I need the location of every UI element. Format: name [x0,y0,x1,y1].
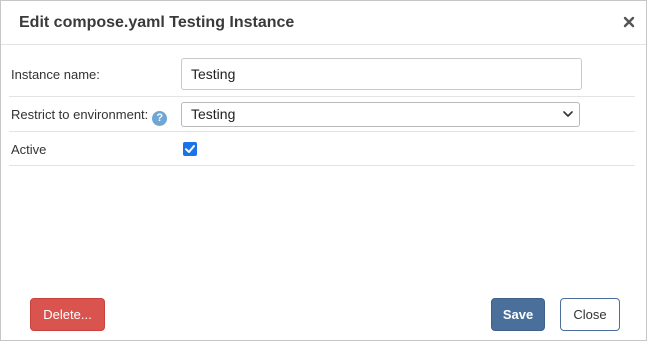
active-row: Active [9,132,635,166]
instance-name-input[interactable]: Testing [181,58,582,90]
save-button[interactable]: Save [491,298,545,331]
edit-instance-dialog: Edit compose.yaml Testing Instance Insta… [0,0,647,341]
instance-name-row: Instance name: Testing [9,55,635,97]
environment-label-wrap: Restrict to environment:? [11,107,168,126]
checkmark-icon [185,145,195,153]
active-checkbox[interactable] [183,142,197,156]
environment-select[interactable]: Testing [181,102,580,127]
dialog-title: Edit compose.yaml Testing Instance [19,14,295,31]
close-button[interactable]: Close [560,298,620,331]
chevron-down-icon [563,111,573,117]
delete-button[interactable]: Delete... [30,298,105,331]
active-label: Active [11,142,47,157]
dialog-header: Edit compose.yaml Testing Instance [1,1,646,45]
environment-label: Restrict to environment: [11,107,149,122]
close-icon[interactable] [622,15,636,29]
instance-name-label: Instance name: [11,67,100,82]
environment-selected-value: Testing [191,106,236,122]
environment-row: Restrict to environment:? Testing [9,97,635,132]
question-mark-icon[interactable]: ? [152,111,168,126]
